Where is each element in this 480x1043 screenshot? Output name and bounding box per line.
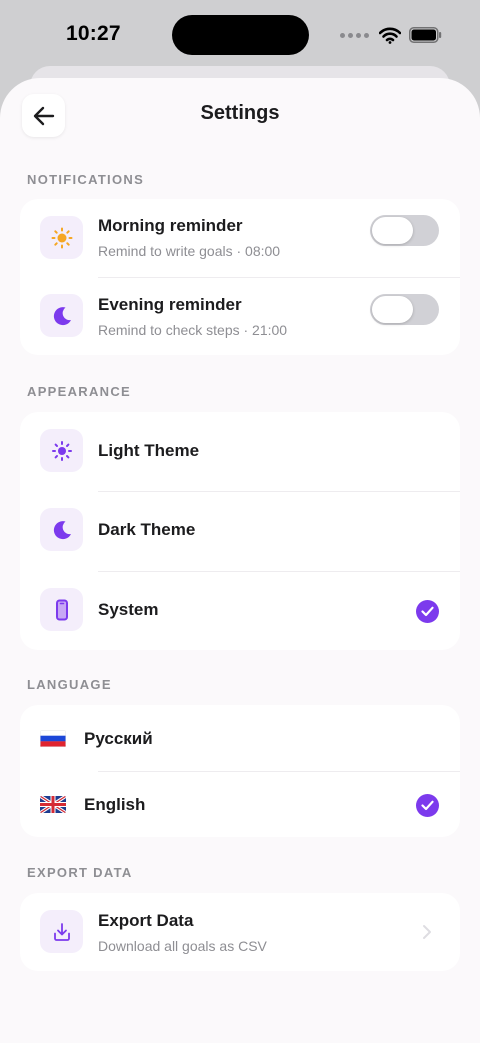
- appearance-section-label: APPEARANCE: [27, 384, 132, 399]
- light-theme-icon-box: [40, 429, 83, 472]
- status-time: 10:27: [66, 22, 121, 45]
- morning-reminder-toggle[interactable]: [370, 215, 439, 246]
- dark-theme-row[interactable]: Dark Theme: [20, 492, 460, 571]
- system-icon-box: [40, 588, 83, 631]
- english-selected-check: [416, 794, 439, 817]
- system-theme-title: System: [98, 600, 159, 619]
- sun-icon: [51, 227, 72, 248]
- evening-reminder-row[interactable]: Evening reminder Remind to check steps ·…: [20, 278, 460, 355]
- evening-reminder-toggle[interactable]: [370, 294, 439, 325]
- morning-reminder-title: Morning reminder: [98, 216, 243, 235]
- morning-icon-box: [40, 216, 83, 259]
- export-card: Export Data Download all goals as CSV: [20, 893, 460, 971]
- russian-language-row[interactable]: Русский: [20, 705, 460, 771]
- english-language-title: English: [84, 795, 146, 814]
- appearance-card: Light Theme Dark Theme System: [20, 412, 460, 650]
- export-section-label: EXPORT DATA: [27, 865, 133, 880]
- dark-theme-title: Dark Theme: [98, 520, 196, 539]
- export-data-title: Export Data: [98, 911, 194, 930]
- status-bar: 10:27: [0, 0, 480, 70]
- check-icon: [421, 800, 434, 811]
- russian-language-title: Русский: [84, 729, 153, 748]
- russia-flag-icon: [40, 730, 66, 747]
- moon-icon: [53, 520, 71, 539]
- light-theme-title: Light Theme: [98, 441, 200, 460]
- wifi-icon: [379, 27, 401, 44]
- page-title: Settings: [200, 102, 280, 124]
- morning-reminder-row[interactable]: Morning reminder Remind to write goals ·…: [20, 199, 460, 277]
- export-icon-box: [40, 910, 83, 953]
- check-icon: [421, 606, 434, 617]
- notifications-card: Morning reminder Remind to write goals ·…: [20, 199, 460, 355]
- evening-reminder-subtitle: Remind to check steps · 21:00: [98, 322, 288, 338]
- signal-icon: [340, 32, 369, 38]
- battery-icon: [409, 27, 442, 43]
- evening-reminder-title: Evening reminder: [98, 295, 242, 314]
- export-data-subtitle: Download all goals as CSV: [98, 938, 267, 954]
- chevron-right-icon: [423, 925, 431, 939]
- light-theme-row[interactable]: Light Theme: [20, 412, 460, 491]
- toggle-knob: [372, 217, 413, 244]
- english-language-row[interactable]: English: [20, 772, 460, 837]
- dynamic-island: [172, 15, 309, 55]
- phone-icon: [55, 599, 68, 620]
- export-data-row[interactable]: Export Data Download all goals as CSV: [20, 893, 460, 971]
- system-theme-row[interactable]: System: [20, 572, 460, 650]
- status-indicators: [340, 24, 442, 46]
- uk-flag-icon: [40, 796, 66, 813]
- settings-sheet: Settings NOTIFICATIONS Morning reminder …: [0, 78, 480, 1043]
- language-section-label: LANGUAGE: [27, 677, 112, 692]
- light-theme-icon: [51, 440, 72, 461]
- morning-reminder-subtitle: Remind to write goals · 08:00: [98, 243, 281, 259]
- download-icon: [53, 922, 70, 941]
- evening-icon-box: [40, 294, 83, 337]
- dark-theme-icon-box: [40, 508, 83, 551]
- language-card: Русский English: [20, 705, 460, 837]
- moon-icon: [53, 306, 71, 325]
- toggle-knob: [372, 296, 413, 323]
- system-selected-check: [416, 600, 439, 623]
- notifications-section-label: NOTIFICATIONS: [27, 172, 145, 187]
